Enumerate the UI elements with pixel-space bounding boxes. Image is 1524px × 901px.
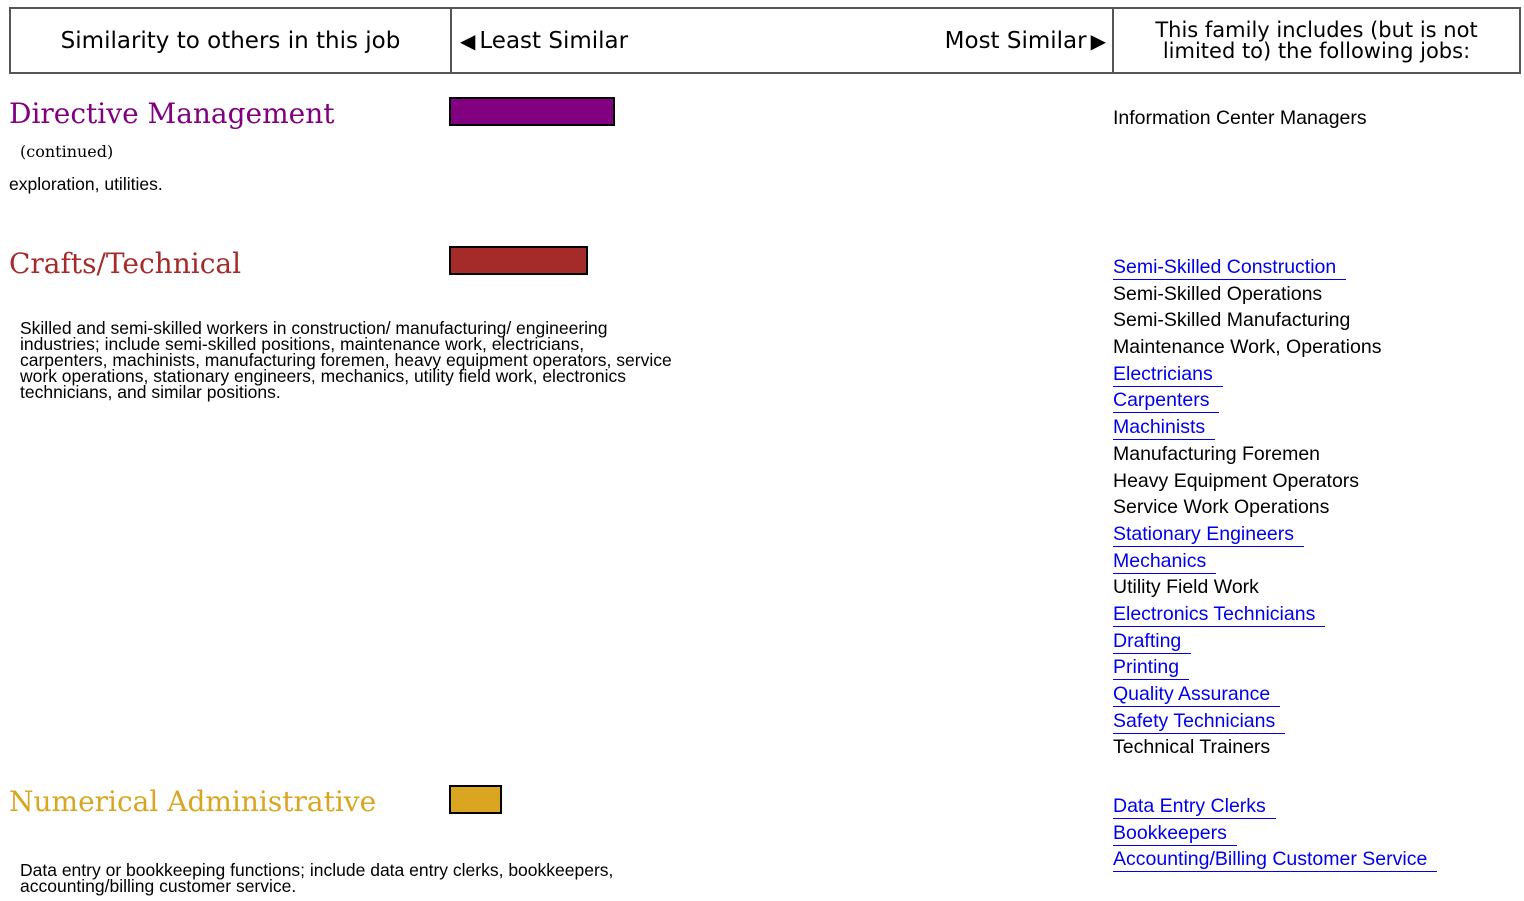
job-link[interactable]: Printing bbox=[1113, 655, 1190, 681]
job-list-item: Technical Trainers bbox=[1113, 734, 1381, 761]
job-list-item: Maintenance Work, Operations bbox=[1113, 334, 1381, 361]
job-list-item: Drafting bbox=[1113, 628, 1381, 655]
most-similar-label: Most Similar bbox=[944, 27, 1087, 54]
family-includes-heading: This family includes (but is not limited… bbox=[1114, 9, 1519, 72]
job-link[interactable]: Stationary Engineers bbox=[1113, 522, 1305, 547]
job-link[interactable]: Bookkeepers bbox=[1113, 821, 1237, 846]
job-list-item: Service Work Operations bbox=[1113, 494, 1381, 521]
job-label: Heavy Equipment Operators bbox=[1113, 469, 1360, 492]
similarity-bar-crafts-technical bbox=[449, 246, 588, 275]
description-line: technicians, and similar positions. bbox=[20, 382, 281, 402]
description-line: accounting/billing customer service. bbox=[20, 876, 297, 896]
job-label: Information Center Managers bbox=[1113, 107, 1367, 129]
job-label: Technical Trainers bbox=[1113, 736, 1271, 759]
job-link[interactable]: Machinists bbox=[1113, 415, 1216, 441]
job-list-item: Quality Assurance bbox=[1113, 681, 1381, 708]
job-list-item: Bookkeepers bbox=[1113, 820, 1437, 847]
family-title-numerical-administrative: Numerical Administrative bbox=[9, 785, 377, 818]
job-link[interactable]: Accounting/Billing Customer Service bbox=[1113, 847, 1438, 873]
job-link[interactable]: Quality Assurance bbox=[1113, 682, 1281, 707]
job-link[interactable]: Carpenters bbox=[1113, 388, 1220, 414]
family-description-directive-management: exploration, utilities. bbox=[9, 174, 163, 194]
job-list-item: Electronics Technicians bbox=[1113, 601, 1381, 628]
similarity-bar-directive-management bbox=[449, 97, 615, 126]
job-list-item: Semi-Skilled Operations bbox=[1113, 281, 1381, 308]
family-description-numerical-administrative: Data entry or bookkeeping functions; inc… bbox=[20, 861, 613, 896]
family-title-crafts-technical: Crafts/Technical bbox=[9, 247, 242, 280]
job-list-item: Mechanics bbox=[1113, 548, 1381, 575]
least-similar-group: ◀ Least Similar bbox=[460, 28, 628, 54]
job-label: Maintenance Work, Operations bbox=[1113, 336, 1382, 359]
job-list-item: Manufacturing Foremen bbox=[1113, 441, 1381, 468]
job-label: Semi-Skilled Operations bbox=[1113, 282, 1323, 305]
job-list-item: Data Entry Clerks bbox=[1113, 793, 1437, 820]
job-list-item: Semi-Skilled Manufacturing bbox=[1113, 307, 1381, 334]
similarity-bar-numerical-administrative bbox=[449, 785, 502, 814]
left-arrow-icon: ◀ bbox=[460, 28, 476, 53]
job-link[interactable]: Safety Technicians bbox=[1113, 709, 1286, 734]
job-list-item: Semi-Skilled Construction bbox=[1113, 254, 1381, 281]
family-title-directive-management: Directive Management bbox=[9, 97, 335, 130]
job-link[interactable]: Mechanics bbox=[1113, 549, 1217, 574]
family-includes-line2: limited to) the following jobs: bbox=[1162, 38, 1471, 63]
least-similar-label: Least Similar bbox=[479, 27, 629, 54]
most-similar-group: Most Similar ▶ bbox=[945, 28, 1106, 54]
continued-note: (continued) bbox=[20, 142, 114, 161]
job-link[interactable]: Drafting bbox=[1113, 629, 1192, 654]
job-list-item: Machinists bbox=[1113, 414, 1381, 441]
job-list-directive-management: Information Center Managers bbox=[1113, 105, 1367, 132]
job-link[interactable]: Electricians bbox=[1113, 362, 1223, 387]
family-includes-line1: This family includes (but is not bbox=[1155, 17, 1478, 42]
job-link[interactable]: Semi-Skilled Construction bbox=[1113, 255, 1347, 280]
job-list-item: Printing bbox=[1113, 654, 1381, 681]
job-list-crafts-technical: Semi-Skilled Construction Semi-Skilled Op… bbox=[1113, 254, 1381, 761]
job-link[interactable]: Data Entry Clerks bbox=[1113, 794, 1276, 819]
job-list-item: Safety Technicians bbox=[1113, 708, 1381, 735]
job-label: Semi-Skilled Manufacturing bbox=[1113, 309, 1351, 332]
job-list-item: Accounting/Billing Customer Service bbox=[1113, 846, 1438, 873]
job-label: Service Work Operations bbox=[1113, 496, 1330, 519]
job-list-item: Utility Field Work bbox=[1113, 574, 1381, 601]
similarity-label: Similarity to others in this job bbox=[11, 9, 452, 72]
job-list-item: Heavy Equipment Operators bbox=[1113, 468, 1381, 495]
job-list-item: Electricians bbox=[1113, 361, 1381, 388]
job-list-item: Information Center Managers bbox=[1113, 105, 1367, 132]
family-description-crafts-technical: Skilled and semi-skilled workers in cons… bbox=[20, 319, 672, 402]
similarity-header: Similarity to others in this job ◀ Least… bbox=[9, 7, 1521, 74]
right-arrow-icon: ▶ bbox=[1090, 28, 1106, 53]
job-list-numerical-administrative: Data Entry Clerks Bookkeepers Accounting/B… bbox=[1113, 793, 1438, 873]
similarity-scale: ◀ Least Similar Most Similar ▶ bbox=[452, 9, 1114, 72]
job-list-item: Carpenters bbox=[1113, 387, 1381, 414]
job-link[interactable]: Electronics Technicians bbox=[1113, 602, 1326, 627]
job-label: Manufacturing Foremen bbox=[1113, 442, 1321, 465]
job-label: Utility Field Work bbox=[1113, 576, 1259, 599]
job-list-item: Stationary Engineers bbox=[1113, 521, 1381, 548]
